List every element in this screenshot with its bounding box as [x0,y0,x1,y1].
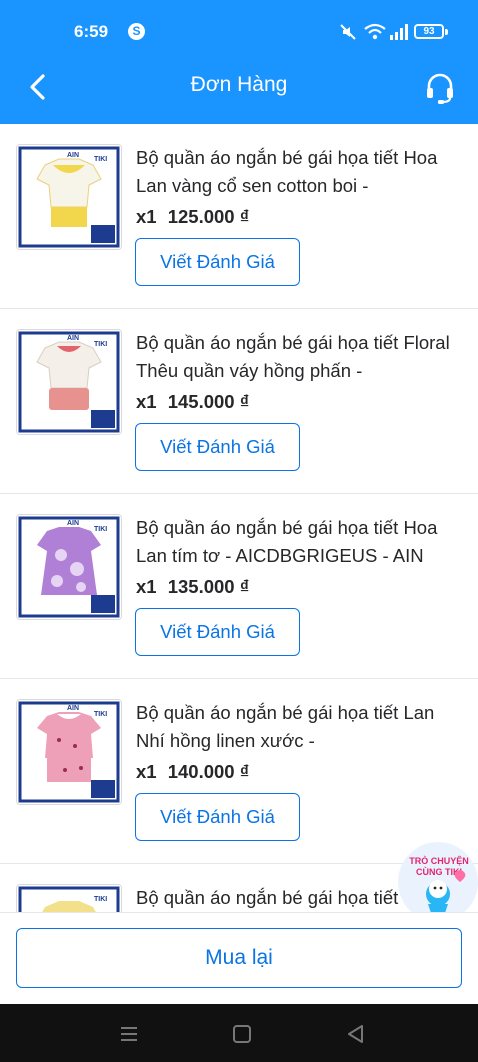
svg-text:AIN: AIN [67,152,79,159]
price: 145.000 ₫ [167,391,250,412]
qty-price: x1 145.000 ₫ [136,391,249,413]
product-name[interactable]: Bộ quần áo ngắn bé gái họa tiết Hoa Lan … [136,514,468,570]
status-time: 6:59 [74,22,109,41]
page-title: Đơn Hàng [190,73,288,96]
chat-with-tiki-bubble[interactable]: TRÒ CHUYỆN CÙNG TIKI [398,842,478,922]
app-header: 6:59 S 93 Đơn Hàng [0,0,478,124]
order-item[interactable]: AIN TIKI Bộ quần áo ngắn bé gái họa tiết… [0,309,478,494]
product-thumbnail[interactable]: AIN TIKI [16,144,122,250]
headset-icon[interactable] [422,70,458,106]
quantity: x1 [136,206,157,227]
product-thumbnail[interactable]: AIN TIKI [16,329,122,435]
quantity: x1 [136,391,157,412]
write-review-button[interactable]: Viết Đánh Giá [135,793,300,841]
status-icons: 93 [338,22,450,42]
quantity: x1 [136,761,157,782]
svg-text:TIKI: TIKI [94,341,107,348]
svg-text:TIKI: TIKI [94,896,107,903]
buy-again-button[interactable]: Mua lại [16,928,462,988]
qty-price: x1 135.000 ₫ [136,576,249,598]
product-image: AIN TIKI [17,700,121,804]
qty-price: x1 140.000 ₫ [136,761,249,783]
svg-text:AIN: AIN [67,520,79,527]
menu-icon[interactable] [118,1023,140,1045]
status-bar: 6:59 S 93 [0,0,478,64]
product-name[interactable]: Bộ quần áo ngắn bé gái họa tiết Floral T… [136,329,468,385]
product-name[interactable]: Bộ quần áo ngắn bé gái họa tiết Hoa Lan … [136,144,468,200]
home-icon[interactable] [231,1023,253,1045]
signal-icon [390,24,408,40]
product-name[interactable]: Bộ quần áo ngắn bé gái họa tiết Lan Nhí … [136,699,468,755]
order-item[interactable]: AIN TIKI Bộ quần áo ngắn bé gái họa tiết… [0,124,478,309]
product-thumbnail[interactable]: AIN TIKI [16,514,122,620]
back-triangle-icon[interactable] [345,1023,367,1045]
svg-text:TIKI: TIKI [94,711,107,718]
product-image: AIN TIKI [17,330,121,434]
write-review-button[interactable]: Viết Đánh Giá [135,238,300,286]
skype-icon: S [128,23,145,40]
svg-text:AIN: AIN [67,705,79,712]
battery-tip [445,29,448,35]
svg-text:TIKI: TIKI [94,526,107,533]
write-review-button[interactable]: Viết Đánh Giá [135,423,300,471]
product-image: AIN TIKI [17,145,121,249]
order-item[interactable]: AIN TIKI Bộ quần áo ngắn bé gái họa tiết… [0,679,478,864]
svg-text:TIKI: TIKI [94,156,107,163]
tiki-mascot-icon [426,870,466,916]
product-thumbnail[interactable]: TIKI [16,884,122,914]
order-item[interactable]: AIN TIKI Bộ quần áo ngắn bé gái họa tiết… [0,494,478,679]
wifi-icon [364,23,386,40]
qty-price: x1 125.000 ₫ [136,206,249,228]
mute-icon [340,24,356,40]
write-review-button[interactable]: Viết Đánh Giá [135,608,300,656]
quantity: x1 [136,576,157,597]
order-list[interactable]: AIN TIKI Bộ quần áo ngắn bé gái họa tiết… [0,124,478,914]
system-navigation-bar [0,1004,478,1062]
product-image: AIN TIKI [17,515,121,619]
bottom-action-bar: Mua lại [0,912,478,1004]
price: 125.000 ₫ [167,206,250,227]
price: 135.000 ₫ [167,576,250,597]
battery-indicator: 93 [414,24,444,39]
product-image: TIKI [17,885,121,914]
price: 140.000 ₫ [167,761,250,782]
product-thumbnail[interactable]: AIN TIKI [16,699,122,805]
svg-text:AIN: AIN [67,335,79,342]
